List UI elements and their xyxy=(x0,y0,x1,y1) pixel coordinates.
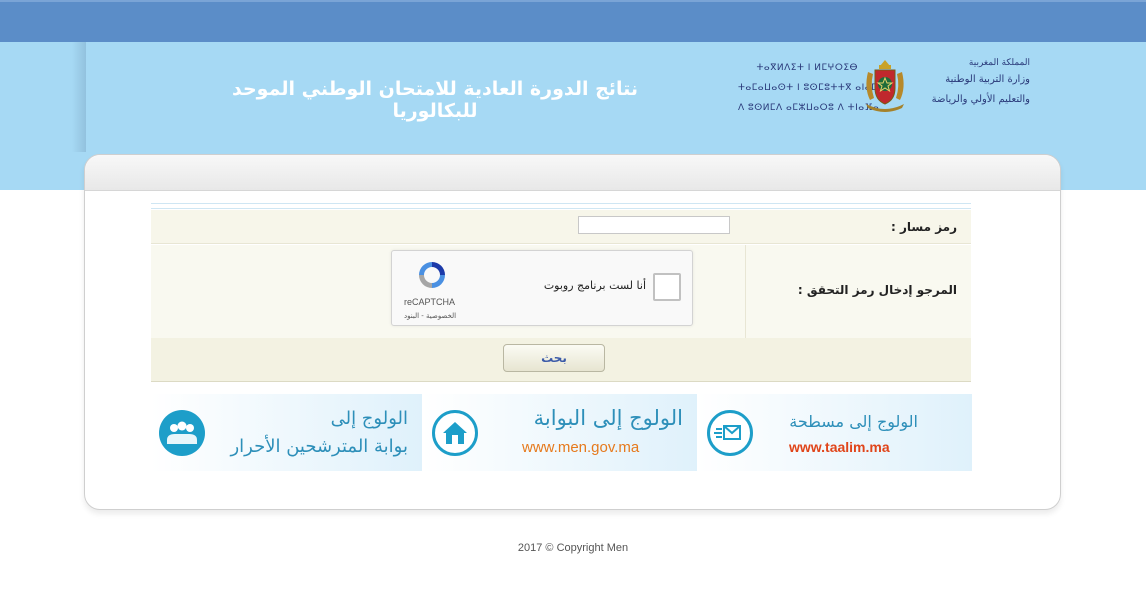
candidates-icon xyxy=(159,410,205,456)
recaptcha-checkbox-label: أنا لست برنامج روبوت xyxy=(543,279,646,292)
ministry-name-tifinagh: ⵜⴰⴳⵍⴷⵉⵜ ⵏ ⵍⵎⵖⵔⵉⴱ ⵜⴰⵎⴰⵡⴰⵙⵜ ⵏ ⵓⵙⵎⵓⵜⵜⴳ ⴰⵏⴰⵎ… xyxy=(738,63,892,113)
home-icon xyxy=(432,410,478,456)
recaptcha-brand: reCAPTCHA xyxy=(404,297,456,307)
massar-code-input[interactable] xyxy=(578,216,730,234)
banner-men-portal[interactable]: الولوج إلى البوابة www.men.gov.ma xyxy=(422,394,697,471)
banner-text: الولوج إلى مسطحة xyxy=(789,412,918,431)
footer-copyright: 2017 © Copyright Men xyxy=(517,542,629,554)
header-shadow xyxy=(72,42,86,152)
card-header xyxy=(85,155,1060,191)
massar-label: رمز مسار : xyxy=(890,220,957,234)
banner-text: الولوج إلى البوابة xyxy=(533,406,683,430)
form-divider xyxy=(151,203,971,209)
search-form: رمز مسار : أنا لست برنامج روبوت reCAPTCH… xyxy=(151,203,971,382)
mail-icon xyxy=(707,410,753,456)
top-bar xyxy=(0,0,1146,42)
banner-url: www.men.gov.ma xyxy=(522,439,640,456)
recaptcha-logo-icon xyxy=(419,262,445,288)
massar-row: رمز مسار : xyxy=(151,210,971,244)
submit-row: بحث xyxy=(151,338,971,382)
ministry-name-arabic: المملكة المغربية وزارة التربية الوطنية و… xyxy=(931,58,1030,105)
banner-taalim[interactable]: الولوج إلى مسطحة www.taalim.ma xyxy=(697,394,972,471)
row-divider xyxy=(745,245,746,339)
search-button[interactable]: بحث xyxy=(503,344,605,372)
banner-free-candidates[interactable]: الولوج إلى بوابة المترشحين الأحرار xyxy=(151,394,422,471)
recaptcha-links[interactable]: الخصوصية - البنود xyxy=(404,312,456,320)
banner-url: www.taalim.ma xyxy=(789,439,890,455)
captcha-row: أنا لست برنامج روبوت reCAPTCHA الخصوصية … xyxy=(151,245,971,339)
captcha-label: المرجو إدخال رمز التحقق : xyxy=(797,283,957,297)
banner-text: بوابة المترشحين الأحرار xyxy=(230,436,408,457)
banner-text: الولوج إلى xyxy=(330,408,408,429)
ministry-logo: ⵜⴰⴳⵍⴷⵉⵜ ⵏ ⵍⵎⵖⵔⵉⴱ ⵜⴰⵎⴰⵡⴰⵙⵜ ⵏ ⵓⵙⵎⵓⵜⵜⴳ ⴰⵏⴰⵎ… xyxy=(738,56,1038,116)
recaptcha-checkbox[interactable] xyxy=(653,273,681,301)
page-title: نتائج الدورة العادية للامتحان الوطني الم… xyxy=(232,78,638,122)
recaptcha-widget: أنا لست برنامج روبوت reCAPTCHA الخصوصية … xyxy=(391,250,693,326)
coat-of-arms-icon xyxy=(866,60,904,112)
